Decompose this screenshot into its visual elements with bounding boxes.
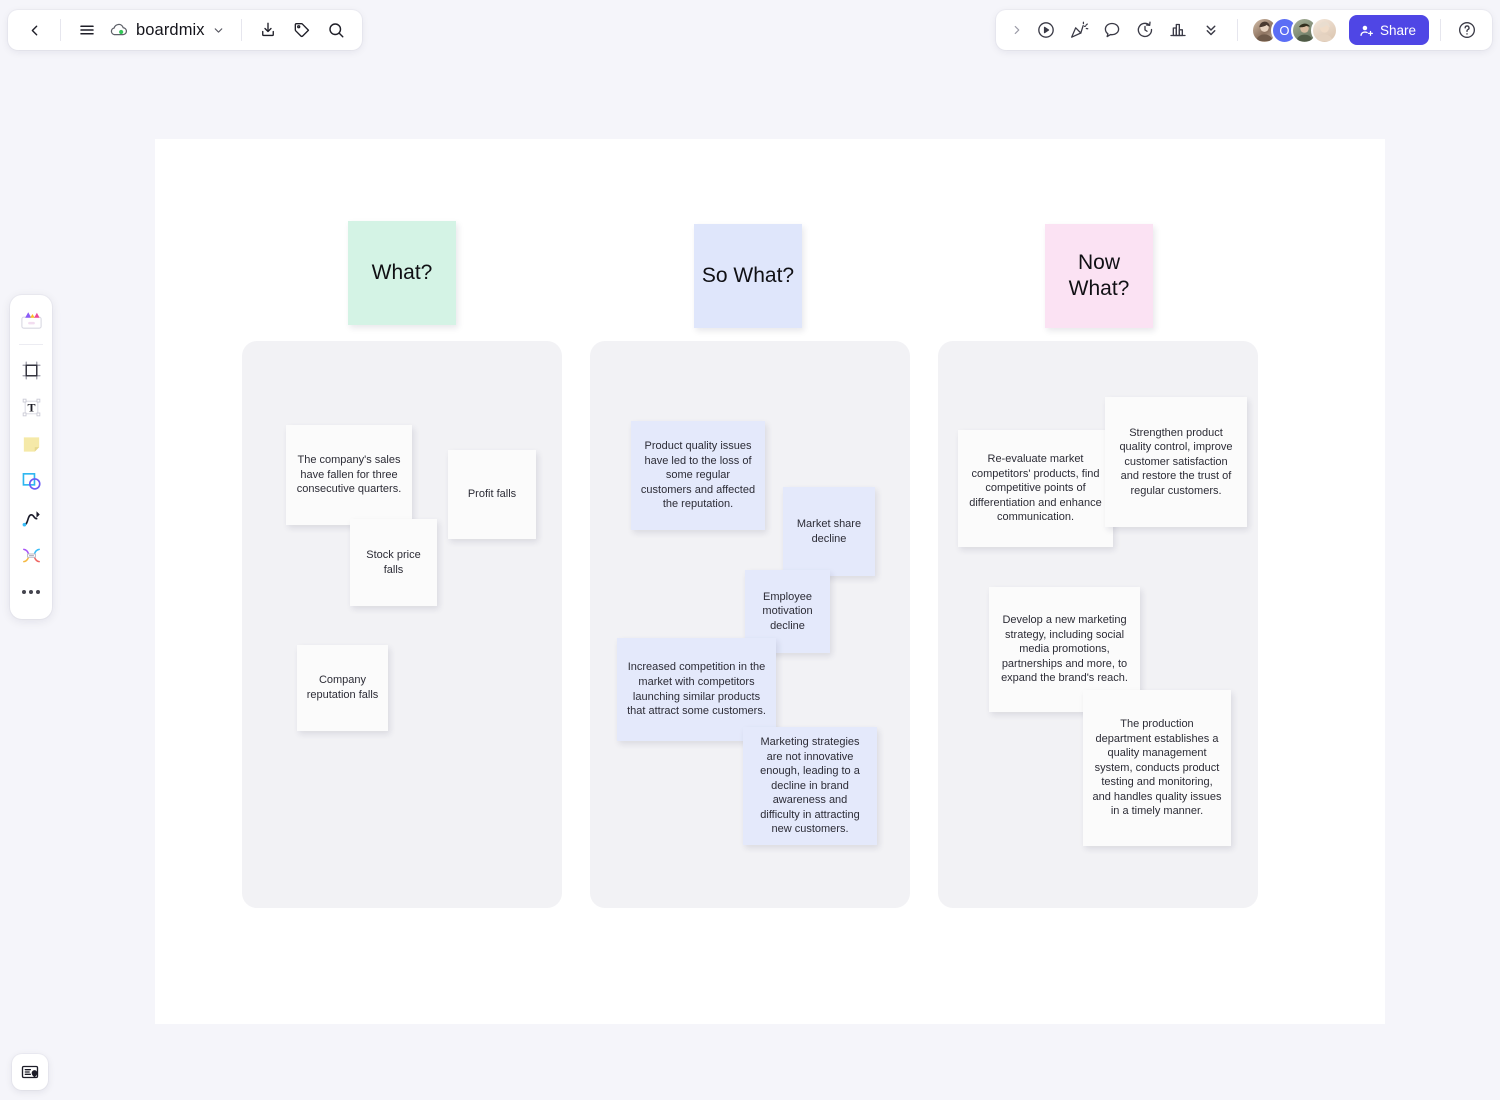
sticky-note[interactable]: Product quality issues have led to the l… — [631, 421, 765, 530]
ai-assistant-button[interactable] — [1064, 15, 1094, 45]
sticky-note[interactable]: The company's sales have fallen for thre… — [286, 425, 412, 525]
sticky-note-text: Increased competition in the market with… — [627, 661, 766, 718]
what-column-header-note[interactable]: What? — [348, 221, 456, 325]
sticky-note-icon — [20, 433, 43, 456]
chevron-down-icon — [212, 24, 225, 37]
sticky-note[interactable]: The production department establishes a … — [1083, 690, 1231, 846]
share-button[interactable]: Share — [1348, 15, 1429, 45]
present-button[interactable] — [1031, 15, 1061, 45]
sticky-note[interactable]: Re-evaluate market competitors' products… — [958, 430, 1113, 547]
sticky-note-text: Company reputation falls — [306, 674, 379, 701]
toolbar-divider-2 — [240, 19, 242, 41]
more-tools-button[interactable] — [14, 575, 48, 609]
text-tool[interactable]: T — [14, 390, 48, 424]
back-button[interactable] — [18, 14, 50, 46]
hamburger-menu-button[interactable] — [71, 14, 103, 46]
templates-tool[interactable] — [14, 303, 48, 337]
presentation-screen-icon — [20, 1062, 40, 1082]
expand-button[interactable] — [1006, 15, 1028, 45]
sticky-note[interactable]: Market share decline — [783, 487, 875, 576]
sticky-note[interactable]: Increased competition in the market with… — [617, 638, 776, 741]
toolbar-divider — [60, 19, 61, 41]
sticky-note[interactable]: Company reputation falls — [297, 645, 388, 731]
presentation-mode-button[interactable] — [12, 1054, 48, 1090]
search-button[interactable] — [320, 14, 352, 46]
frame-tool[interactable] — [14, 353, 48, 387]
toolbar-divider-3 — [1236, 19, 1238, 41]
frame-icon — [20, 359, 43, 382]
cloud-icon — [109, 22, 129, 38]
so-what-column-header-note[interactable]: So What? — [694, 224, 802, 328]
sticky-note-text: Re-evaluate market competitors' products… — [969, 453, 1102, 524]
sticky-note-text: Stock price falls — [366, 548, 421, 576]
help-button[interactable] — [1452, 15, 1482, 45]
sticky-note-text: Employee motivation decline — [762, 590, 813, 632]
pen-tool[interactable] — [14, 501, 48, 535]
sticky-note-text: Develop a new marketing strategy, includ… — [1001, 614, 1128, 685]
sticky-note-text: The company's sales have fallen for thre… — [296, 454, 402, 496]
header-note-text: So What? — [701, 263, 795, 287]
sticky-note-text: Strengthen product quality control, impr… — [1119, 426, 1233, 497]
left-tool-rail: T — [10, 295, 52, 619]
collaborator-avatar-4[interactable] — [1310, 16, 1338, 44]
comment-button[interactable] — [1097, 15, 1127, 45]
text-icon: T — [20, 396, 43, 419]
sticky-note-text: Marketing strategies are not innovative … — [760, 736, 860, 836]
user-plus-icon — [1359, 23, 1374, 38]
templates-icon — [19, 308, 44, 333]
shape-icon — [20, 470, 43, 493]
more-dots-icon — [22, 590, 40, 594]
sticky-note[interactable]: Strengthen product quality control, impr… — [1105, 397, 1247, 527]
sticky-note-text: Product quality issues have led to the l… — [640, 440, 756, 511]
tag-button[interactable] — [286, 14, 318, 46]
sticky-note-text: Profit falls — [467, 488, 517, 501]
export-button[interactable] — [252, 14, 284, 46]
chart-button[interactable] — [1163, 15, 1193, 45]
top-left-toolbar: boardmix — [8, 10, 362, 50]
sticky-note-tool[interactable] — [14, 427, 48, 461]
sticky-note-text: The production department establishes a … — [1092, 718, 1222, 818]
header-note-text: What? — [371, 260, 433, 284]
sticky-note[interactable]: Profit falls — [448, 450, 536, 539]
svg-text:T: T — [27, 400, 35, 414]
toolbar-divider-4 — [1440, 19, 1441, 41]
timer-button[interactable] — [1130, 15, 1160, 45]
sticky-note-text: Market share decline — [796, 517, 862, 545]
sticky-note[interactable]: Marketing strategies are not innovative … — [743, 727, 877, 845]
app-root: boardmix O Share T What? The company's s… — [0, 0, 1500, 1100]
rail-divider — [19, 344, 43, 345]
collaborator-avatars: O — [1250, 16, 1338, 44]
sticky-note[interactable]: Stock price falls — [350, 519, 437, 606]
brand-name: boardmix — [136, 20, 205, 39]
curve-pen-icon — [20, 507, 43, 530]
connector-tool[interactable] — [14, 538, 48, 572]
top-right-toolbar: O Share — [995, 10, 1492, 50]
header-note-text: Now What? — [1068, 250, 1130, 300]
more-options-button[interactable] — [1196, 15, 1226, 45]
connector-icon — [20, 544, 43, 567]
brand-dropdown[interactable]: boardmix — [105, 14, 231, 46]
now-what-column-header-note[interactable]: Now What? — [1045, 224, 1153, 328]
shape-tool[interactable] — [14, 464, 48, 498]
share-label: Share — [1379, 22, 1416, 38]
